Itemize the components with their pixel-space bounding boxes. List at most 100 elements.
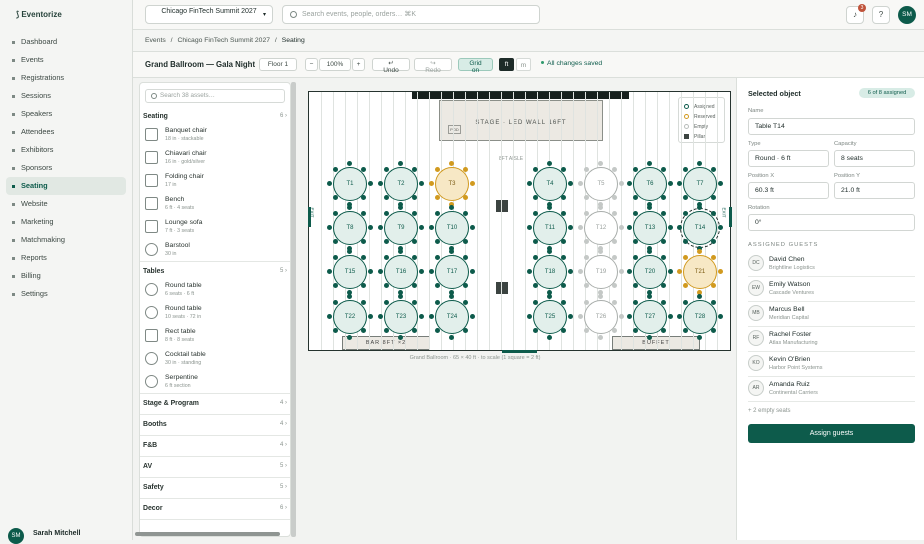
- asset-section-safety[interactable]: Safety 5 ›: [143, 484, 287, 491]
- sidebar-item-billing[interactable]: Billing: [6, 267, 126, 285]
- guest-row[interactable]: EW Emily Watson Cascade Ventures: [748, 277, 915, 302]
- asset-section-decor[interactable]: Decor 6 ›: [143, 505, 287, 512]
- table-t20[interactable]: T20: [626, 248, 673, 295]
- table-t1[interactable]: T1: [326, 160, 373, 207]
- sidebar-item-website[interactable]: Website: [6, 195, 126, 213]
- guest-row[interactable]: KO Kevin O'Brien Harbor Point Systems: [748, 352, 915, 377]
- table-t4[interactable]: T4: [526, 160, 573, 207]
- user-avatar-button[interactable]: SM: [898, 6, 916, 24]
- assign-guests-button[interactable]: Assign guests: [748, 424, 915, 443]
- sidebar-item-sessions[interactable]: Sessions: [6, 87, 126, 105]
- sidebar-item-settings[interactable]: Settings: [6, 285, 126, 303]
- unit-m-button[interactable]: m: [516, 58, 531, 71]
- table-t16[interactable]: T16: [377, 248, 424, 295]
- buffet-counter[interactable]: BUFFET: [612, 336, 700, 350]
- asset-item[interactable]: Round table 6 seats · 6 ft: [145, 281, 285, 301]
- table-t9[interactable]: T9: [377, 204, 424, 251]
- redo-button[interactable]: ↪ Redo: [414, 58, 452, 74]
- floor-plan-canvas[interactable]: STAGE · LED WALL 16FT POD 8FT AISLE EXIT…: [308, 91, 732, 351]
- table-t18[interactable]: T18: [526, 248, 573, 295]
- asset-section-f-b[interactable]: F&B 4 ›: [143, 442, 287, 449]
- asset-section-booths[interactable]: Booths 4 ›: [143, 421, 287, 428]
- asset-item[interactable]: Rect table 8 ft · 8 seats: [145, 327, 285, 347]
- table-t24[interactable]: T24: [428, 293, 475, 340]
- sidebar-item-sponsors[interactable]: Sponsors: [6, 159, 126, 177]
- table-t28[interactable]: T28: [676, 293, 723, 340]
- table-t8[interactable]: T8: [326, 204, 373, 251]
- sidebar-item-speakers[interactable]: Speakers: [6, 105, 126, 123]
- table-t17[interactable]: T17: [428, 248, 475, 295]
- asset-section-stage-program[interactable]: Stage & Program 4 ›: [143, 400, 287, 407]
- asset-item[interactable]: Bench 6 ft · 4 seats: [145, 195, 285, 215]
- sidebar-item-marketing[interactable]: Marketing: [6, 213, 126, 231]
- table-t5[interactable]: T5: [577, 160, 624, 207]
- table-t26[interactable]: T26: [577, 293, 624, 340]
- table-t21[interactable]: T21: [676, 248, 723, 295]
- table-t22[interactable]: T22: [326, 293, 373, 340]
- table-t3[interactable]: T3: [428, 160, 475, 207]
- sidebar-item-reports[interactable]: Reports: [6, 249, 126, 267]
- sidebar-item-registrations[interactable]: Registrations: [6, 69, 126, 87]
- rotation-field[interactable]: 0°: [748, 214, 915, 231]
- zoom-in-button[interactable]: +: [352, 58, 365, 71]
- asset-section-seating[interactable]: Seating 6 ›: [143, 113, 287, 120]
- event-selector[interactable]: Chicago FinTech Summit 2027 ▾: [145, 5, 273, 24]
- guest-row[interactable]: AR Amanda Ruiz Continental Carriers: [748, 377, 915, 402]
- sidebar-item-seating[interactable]: Seating: [6, 177, 126, 195]
- seat: [367, 314, 373, 319]
- sidebar-item-dashboard[interactable]: Dashboard: [6, 33, 126, 51]
- table-t23[interactable]: T23: [377, 293, 424, 340]
- table-t19[interactable]: T19: [577, 248, 624, 295]
- position-y-field[interactable]: 21.0 ft: [834, 182, 915, 199]
- table-t25[interactable]: T25: [526, 293, 573, 340]
- notifications-button[interactable]: ♪ 3: [846, 4, 866, 24]
- table-t11[interactable]: T11: [526, 204, 573, 251]
- sidebar-item-matchmaking[interactable]: Matchmaking: [6, 231, 126, 249]
- table-t7[interactable]: T7: [676, 160, 723, 207]
- unit-ft-button[interactable]: ft: [499, 58, 514, 71]
- guest-row[interactable]: MB Marcus Bell Meridian Capital: [748, 302, 915, 327]
- asset-item[interactable]: Serpentine 6 ft section: [145, 373, 285, 393]
- table-t13[interactable]: T13: [626, 204, 673, 251]
- asset-item[interactable]: Lounge sofa 7 ft · 3 seats: [145, 218, 285, 238]
- table-t27[interactable]: T27: [626, 293, 673, 340]
- undo-button[interactable]: ↵ Undo: [372, 58, 410, 74]
- help-button[interactable]: ?: [872, 6, 890, 24]
- asset-search-input[interactable]: Search 38 assets…: [145, 89, 285, 103]
- asset-section-tables[interactable]: Tables 5 ›: [143, 268, 287, 275]
- grid-toggle[interactable]: Grid on: [458, 58, 493, 74]
- breadcrumb-event[interactable]: Chicago FinTech Summit 2027: [177, 37, 270, 44]
- table-t10[interactable]: T10: [428, 204, 475, 251]
- table-t6[interactable]: T6: [626, 160, 673, 207]
- asset-item[interactable]: Cocktail table 30 in · standing: [145, 350, 285, 370]
- table-t14[interactable]: T14: [676, 204, 723, 251]
- table-t2[interactable]: T2: [377, 160, 424, 207]
- asset-item[interactable]: Chiavari chair 16 in · gold/silver: [145, 149, 285, 169]
- table-t15[interactable]: T15: [326, 248, 373, 295]
- capacity-field[interactable]: 8 seats: [834, 150, 915, 167]
- zoom-out-button[interactable]: −: [305, 58, 318, 71]
- sidebar-item-attendees[interactable]: Attendees: [6, 123, 126, 141]
- global-search-input[interactable]: Search events, people, orders… ⌘K: [282, 5, 540, 24]
- asset-section-av[interactable]: AV 5 ›: [143, 463, 287, 470]
- asset-scrollbar[interactable]: [291, 82, 296, 537]
- canvas-scroll-thumb[interactable]: [502, 350, 537, 353]
- app-logo[interactable]: ⟆ Eventorize: [16, 10, 62, 19]
- sidebar-item-events[interactable]: Events: [6, 51, 126, 69]
- sidebar-item-exhibitors[interactable]: Exhibitors: [6, 141, 126, 159]
- position-x-field[interactable]: 60.3 ft: [748, 182, 829, 199]
- stage[interactable]: STAGE · LED WALL 16FT: [439, 100, 603, 141]
- horizontal-scrollbar[interactable]: [135, 532, 280, 536]
- guest-row[interactable]: DC David Chen Brightline Logistics: [748, 252, 915, 277]
- asset-item[interactable]: Round table 10 seats · 72 in: [145, 304, 285, 324]
- name-field[interactable]: Table T14: [748, 118, 915, 135]
- asset-item[interactable]: Barstool 30 in: [145, 241, 285, 261]
- podium[interactable]: POD: [448, 125, 461, 134]
- type-select[interactable]: Round · 6 ft: [748, 150, 829, 167]
- asset-item[interactable]: Folding chair 17 in: [145, 172, 285, 192]
- asset-item[interactable]: Banquet chair 18 in · stackable: [145, 126, 285, 146]
- breadcrumb-events[interactable]: Events: [145, 37, 166, 44]
- guest-row[interactable]: RF Rachel Foster Atlas Manufacturing: [748, 327, 915, 352]
- table-t12[interactable]: T12: [577, 204, 624, 251]
- floor-select[interactable]: Floor 1: [259, 58, 297, 71]
